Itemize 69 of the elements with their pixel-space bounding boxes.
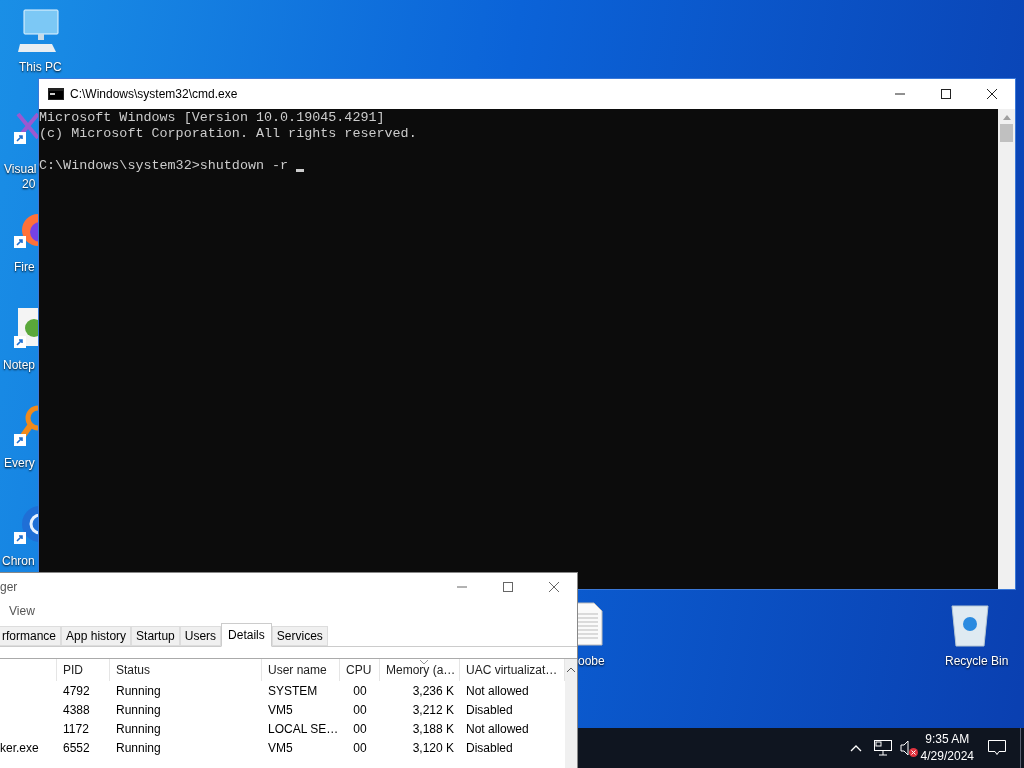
table-cell-text: 1172	[63, 720, 89, 738]
desktop-icon-label[interactable]: Recycle Bin	[945, 654, 1009, 669]
column-header[interactable]: Status	[110, 659, 262, 681]
tab[interactable]: rformance	[0, 626, 62, 646]
text-cursor	[296, 169, 305, 172]
table-cell-text: Running	[116, 739, 161, 757]
desktop-icon-label[interactable]: This PC	[19, 60, 62, 75]
console-line: C:\Windows\system32>shutdown -r	[39, 158, 290, 174]
table-cell-text: 3,188 K	[412, 720, 454, 738]
table-cell-text: 4388	[63, 701, 90, 719]
close-icon	[549, 582, 559, 592]
tab[interactable]: Startup	[131, 626, 180, 646]
table-cell-text: VM5	[268, 739, 293, 757]
desktop-icon-label[interactable]: oobe	[578, 654, 605, 669]
table-cell-text: 00	[353, 701, 367, 719]
console-line: Microsoft Windows [Version 10.0.19045.4291]	[39, 110, 385, 126]
table-cell-text: 3,236 K	[412, 682, 454, 700]
table-cell-text: 00	[353, 739, 367, 757]
sort-caret-icon	[419, 660, 428, 664]
desktop-icon-label[interactable]: Chron	[2, 554, 35, 569]
tab[interactable]: Users	[179, 626, 222, 646]
recycle-bin-icon	[950, 602, 990, 648]
menu-item[interactable]: View	[9, 602, 35, 620]
close-icon	[987, 89, 997, 99]
column-header[interactable]: User name	[262, 659, 340, 681]
table-cell-text: VM5	[268, 701, 293, 719]
chevron-up-icon[interactable]	[849, 744, 862, 752]
table-cell-text: Disabled	[466, 701, 513, 719]
column-header[interactable]: Memory (a…	[380, 659, 460, 681]
table-cell-text: Not allowed	[466, 720, 529, 738]
table-cell-text: SYSTEM	[268, 682, 318, 700]
table-cell-text: Disabled	[466, 739, 513, 757]
network-icon[interactable]	[873, 740, 892, 756]
column-header[interactable]: CPU	[340, 659, 380, 681]
table-cell-text: Running	[116, 701, 161, 719]
maximize-icon	[503, 582, 513, 592]
table-cell-text: Running	[116, 720, 161, 738]
column-header[interactable]: PID	[57, 659, 110, 681]
table-cell-text: 3,212 K	[412, 701, 454, 719]
desktop-icon-label[interactable]: Every	[4, 456, 35, 471]
console-line: (c) Microsoft Corporation. All rights reserved.	[39, 126, 417, 142]
clock-date[interactable]: 4/29/2024	[920, 748, 974, 765]
tab[interactable]: Details	[221, 623, 272, 647]
clock-time[interactable]: 9:35 AM	[925, 731, 970, 748]
table-cell-text: Running	[116, 682, 161, 700]
table-cell-text: 3,120 K	[412, 739, 454, 757]
desktop-icon-label[interactable]: Fire	[14, 260, 35, 275]
scroll-thumb[interactable]	[1000, 124, 1013, 142]
desktop-icon-label[interactable]: 20	[22, 177, 36, 192]
table-cell-text: 4792	[63, 682, 90, 700]
table-cell-text: LOCAL SE…	[268, 720, 339, 738]
table-cell-text: 6552	[63, 739, 90, 757]
desktop-icon-label[interactable]: Notep	[3, 358, 36, 373]
computer-icon	[18, 8, 60, 54]
console-icon	[48, 88, 64, 100]
table-cell-text: 00	[353, 720, 367, 738]
table-cell-text: Not allowed	[466, 682, 529, 700]
table-cell-text: ker.exe	[0, 739, 39, 757]
speaker-icon[interactable]	[899, 740, 909, 756]
maximize-icon	[941, 89, 951, 99]
scrollbar[interactable]	[565, 659, 577, 768]
window-title: ger	[0, 579, 18, 596]
tab[interactable]: App history	[61, 626, 132, 646]
scrollbar[interactable]	[998, 109, 1015, 589]
notification-icon[interactable]	[988, 740, 1006, 756]
window-title: C:\Windows\system32\cmd.exe	[70, 86, 238, 103]
desktop-icon-label[interactable]: Visual	[4, 162, 37, 177]
tab[interactable]: Services	[271, 626, 328, 646]
table-cell-text: 00	[353, 682, 367, 700]
